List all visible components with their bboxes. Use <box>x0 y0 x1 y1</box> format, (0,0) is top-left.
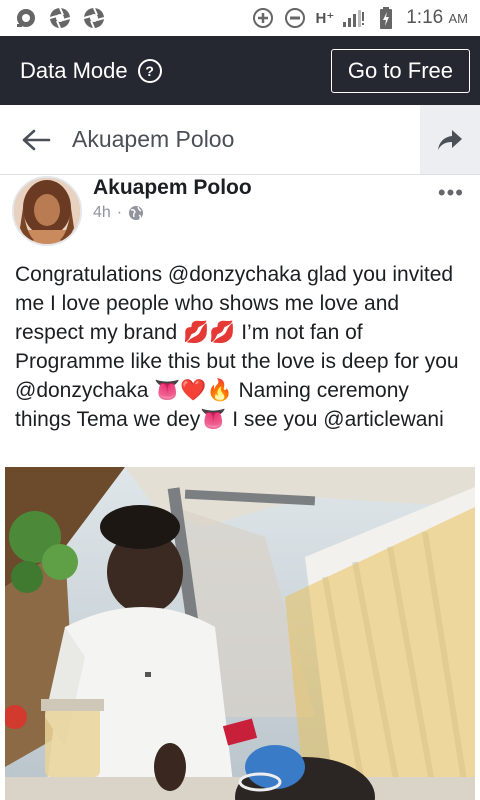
post-header: Akuapem Poloo 4h · ••• <box>0 174 480 246</box>
share-icon <box>438 129 462 150</box>
signal-icon <box>342 6 366 30</box>
photo-image <box>5 467 475 800</box>
status-bar-right: H⁺ 1:16 AM <box>251 6 480 30</box>
data-mode-label-group[interactable]: Data Mode ? <box>0 58 162 84</box>
avatar[interactable] <box>12 176 82 246</box>
battery-icon <box>374 6 398 30</box>
share-button[interactable] <box>420 105 480 174</box>
meta-separator: · <box>116 204 123 221</box>
aperture-icon <box>48 6 72 30</box>
minus-circle-icon <box>283 6 307 30</box>
globe-icon <box>129 206 144 220</box>
status-bar-left <box>0 6 106 30</box>
post-author-name[interactable]: Akuapem Poloo <box>93 176 252 200</box>
back-arrow-icon <box>22 129 51 150</box>
status-bar: H⁺ 1:16 AM <box>0 0 480 36</box>
network-type: H⁺ <box>315 10 335 27</box>
page-title: Akuapem Poloo <box>72 126 235 152</box>
post-photo[interactable] <box>5 467 475 800</box>
data-mode-label: Data Mode <box>20 57 128 83</box>
data-mode-bar: Data Mode ? Go to Free <box>0 36 480 105</box>
add-circle-icon <box>251 6 275 30</box>
aperture-icon <box>82 6 106 30</box>
back-button[interactable] <box>0 105 72 174</box>
post-meta: 4h · <box>93 204 144 222</box>
clock: 1:16 AM <box>406 7 468 28</box>
help-icon[interactable]: ? <box>137 58 162 83</box>
page-header: Akuapem Poloo <box>0 105 480 175</box>
post-timestamp[interactable]: 4h <box>93 204 111 222</box>
more-options-button[interactable]: ••• <box>438 180 464 206</box>
notification-icon <box>14 6 38 30</box>
post-text: Congratulations @donzychaka glad you inv… <box>15 263 459 431</box>
go-to-free-button[interactable]: Go to Free <box>330 48 470 93</box>
